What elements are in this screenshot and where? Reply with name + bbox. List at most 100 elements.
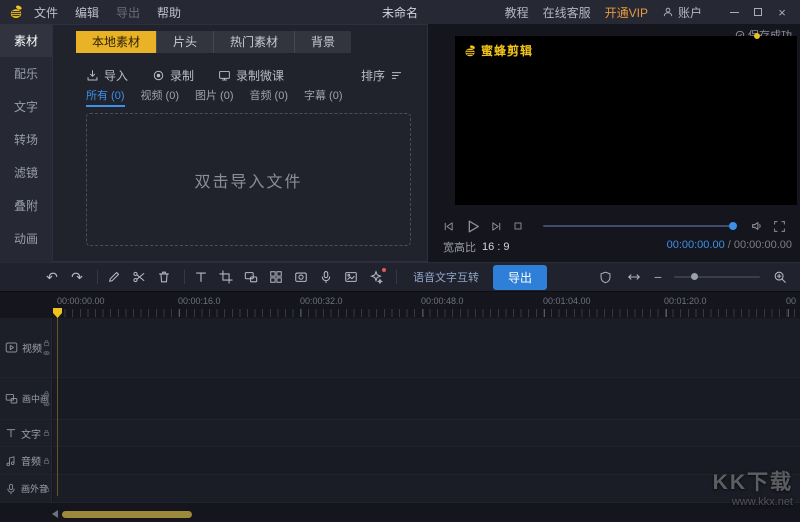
- track-pip-lane[interactable]: [53, 378, 800, 419]
- track-audio-lane[interactable]: [53, 447, 800, 474]
- tab-hot-media[interactable]: 热门素材: [214, 31, 295, 53]
- track-video-lane[interactable]: [53, 318, 800, 377]
- mosaic-icon[interactable]: [268, 269, 284, 285]
- import-dropzone[interactable]: 双击导入文件: [86, 113, 411, 246]
- split-scissors-icon[interactable]: [131, 269, 147, 285]
- aspect-ratio-select[interactable]: 宽高比 16 : 9: [443, 239, 510, 255]
- filter-all[interactable]: 所有 (0): [86, 87, 125, 107]
- filter-subtitle[interactable]: 字幕 (0): [304, 87, 343, 107]
- library-filters: 所有 (0) 视频 (0) 图片 (0) 音频 (0) 字幕 (0): [86, 87, 343, 107]
- voiceover-mic-icon[interactable]: [318, 269, 334, 285]
- menu-help[interactable]: 帮助: [157, 4, 181, 21]
- lock-icon[interactable]: [43, 390, 50, 397]
- sidebar-item-overlay[interactable]: 叠附: [0, 189, 52, 222]
- record-button[interactable]: 录制: [152, 67, 194, 84]
- hide-icon[interactable]: [43, 349, 50, 356]
- sidebar-item-text[interactable]: 文字: [0, 90, 52, 123]
- record-icon: [152, 69, 165, 82]
- menu-export[interactable]: 导出: [116, 4, 140, 21]
- prev-frame-button[interactable]: [442, 220, 455, 233]
- maximize-button[interactable]: [746, 0, 770, 24]
- snapshot-icon[interactable]: [343, 269, 359, 285]
- account-button[interactable]: 账户: [662, 4, 702, 21]
- library-actions: 导入 录制 录制微课 排序: [86, 65, 415, 85]
- support-link[interactable]: 在线客服: [543, 4, 591, 21]
- tutorial-link[interactable]: 教程: [505, 4, 529, 21]
- vip-link[interactable]: 开通VIP: [605, 4, 648, 21]
- lock-icon[interactable]: [43, 457, 50, 464]
- sidebar-item-music[interactable]: 配乐: [0, 57, 52, 90]
- close-button[interactable]: ×: [770, 0, 794, 24]
- export-button[interactable]: 导出: [493, 265, 547, 290]
- freeze-frame-icon[interactable]: [293, 269, 309, 285]
- edit-pencil-icon[interactable]: [106, 269, 122, 285]
- effects-icon[interactable]: [368, 269, 384, 285]
- filter-image[interactable]: 图片 (0): [195, 87, 234, 107]
- lock-icon[interactable]: [43, 339, 50, 346]
- record-label: 录制: [170, 67, 194, 84]
- seek-slider[interactable]: [543, 225, 736, 227]
- volume-icon[interactable]: [750, 219, 764, 233]
- scrollbar-thumb[interactable]: [62, 511, 192, 518]
- tab-intro[interactable]: 片头: [157, 31, 214, 53]
- sidebar-item-material[interactable]: 素材: [0, 24, 52, 57]
- timeline-zoom-slider[interactable]: [674, 276, 760, 278]
- media-library-panel: 本地素材 片头 热门素材 背景 导入 录制: [52, 24, 428, 262]
- sidebar-item-filter[interactable]: 滤镜: [0, 156, 52, 189]
- current-time: 00:00:00.00: [667, 239, 725, 251]
- shield-icon[interactable]: [598, 269, 614, 285]
- pip-icon[interactable]: [243, 269, 259, 285]
- text-track-icon: [5, 427, 17, 439]
- crop-icon[interactable]: [218, 269, 234, 285]
- timeline-ruler[interactable]: 00:00:00.00 00:00:16.0 00:00:32.0 00:00:…: [0, 292, 800, 318]
- menu-file[interactable]: 文件: [34, 4, 58, 21]
- track-text-lane[interactable]: [53, 420, 800, 446]
- zoom-out-icon[interactable]: −: [654, 269, 662, 285]
- account-label: 账户: [678, 4, 702, 21]
- sort-label: 排序: [361, 67, 385, 84]
- delete-trash-icon[interactable]: [156, 269, 172, 285]
- menu-edit[interactable]: 编辑: [75, 4, 99, 21]
- timeline: 00:00:00.00 00:00:16.0 00:00:32.0 00:00:…: [0, 292, 800, 522]
- voice-text-button[interactable]: 语音文字互转: [413, 269, 479, 285]
- redo-icon[interactable]: ↷: [69, 269, 85, 285]
- sort-button[interactable]: 排序: [361, 67, 403, 84]
- scroll-left-icon[interactable]: [52, 510, 58, 518]
- track-voiceover-lane[interactable]: [53, 475, 800, 502]
- fullscreen-button[interactable]: [773, 220, 786, 233]
- seek-handle[interactable]: [729, 222, 737, 230]
- autosave-dot: [754, 33, 760, 39]
- sidebar-item-transition[interactable]: 转场: [0, 123, 52, 156]
- record-course-label: 录制微课: [236, 67, 284, 84]
- track-label: 音频: [21, 453, 41, 468]
- undo-icon[interactable]: ↶: [44, 269, 60, 285]
- play-button[interactable]: [464, 218, 481, 235]
- app-logo-icon[interactable]: [8, 4, 24, 20]
- lock-icon[interactable]: [43, 485, 50, 492]
- sidebar-item-animation[interactable]: 动画: [0, 222, 52, 255]
- timeline-zoom-handle[interactable]: [691, 273, 698, 280]
- stop-button[interactable]: [512, 220, 524, 232]
- hide-icon[interactable]: [43, 400, 50, 407]
- tab-local-media[interactable]: 本地素材: [76, 31, 157, 53]
- playhead[interactable]: [53, 308, 62, 318]
- fit-width-icon[interactable]: [626, 269, 642, 285]
- record-course-button[interactable]: 录制微课: [218, 67, 284, 84]
- toolbar-right: −: [598, 269, 788, 285]
- toolbar-divider: [97, 270, 98, 284]
- timeline-scrollbar[interactable]: [52, 510, 794, 518]
- minimize-button[interactable]: [722, 0, 746, 24]
- next-frame-button[interactable]: [490, 220, 503, 233]
- ruler-label: 00:01:20.0: [664, 296, 707, 306]
- menu-items: 文件 编辑 导出 帮助: [34, 4, 181, 21]
- filter-video[interactable]: 视频 (0): [141, 87, 180, 107]
- track-voiceover-header: 画外音: [0, 475, 52, 502]
- playhead-line: [57, 316, 58, 496]
- filter-audio[interactable]: 音频 (0): [250, 87, 289, 107]
- text-tool-icon[interactable]: [193, 269, 209, 285]
- tab-background[interactable]: 背景: [295, 31, 351, 53]
- import-button[interactable]: 导入: [86, 67, 128, 84]
- lock-icon[interactable]: [43, 430, 50, 437]
- zoom-in-icon[interactable]: [772, 269, 788, 285]
- toolbar-divider: [184, 270, 185, 284]
